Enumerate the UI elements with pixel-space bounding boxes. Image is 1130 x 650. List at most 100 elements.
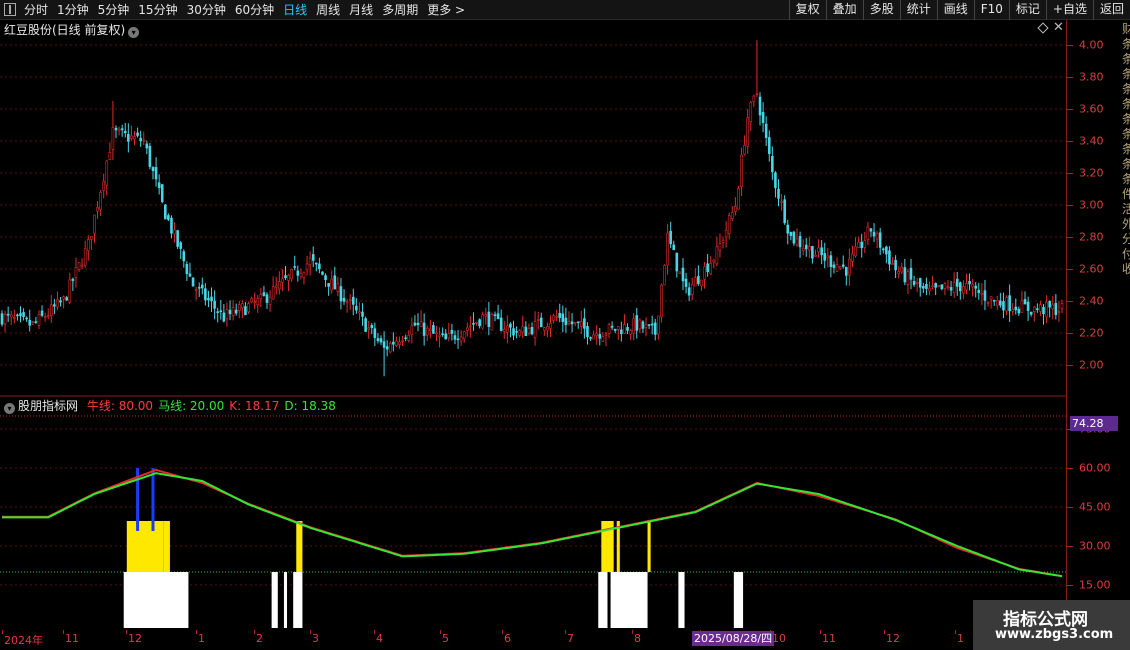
candle-body (432, 325, 435, 334)
candle-body (752, 95, 756, 102)
candle-body (28, 319, 32, 326)
candle-body (71, 278, 75, 281)
strip-char-4: 条 (1122, 82, 1130, 96)
candle-body (1042, 306, 1045, 315)
candle-body (546, 326, 549, 331)
candle-body (225, 309, 229, 320)
candle-body (524, 326, 528, 336)
candle-body (539, 317, 543, 328)
white-signal-bar (271, 572, 278, 628)
candle-body (336, 283, 340, 292)
candle-body (915, 282, 919, 284)
candle-body (484, 314, 488, 317)
candle-body (980, 292, 984, 295)
price-axis-label: 3.00 (1079, 198, 1104, 212)
candle-body (718, 243, 722, 251)
candle-body (1045, 301, 1048, 318)
candle-body (552, 315, 555, 321)
date-label: 1 (957, 632, 964, 645)
watermark-url: www.zbgs3.com (995, 627, 1114, 642)
candle-body (635, 315, 639, 331)
price-axis-tick (1067, 365, 1073, 366)
candle-body (361, 311, 364, 317)
candle-body (475, 322, 478, 324)
price-axis-label: 2.00 (1079, 358, 1104, 372)
candle-body (40, 310, 44, 316)
candle-body (881, 248, 885, 251)
chart-canvas[interactable] (0, 0, 1067, 630)
candle-body (638, 319, 642, 330)
candle-body (228, 309, 232, 315)
candle-body (863, 240, 867, 248)
candle-body (986, 302, 990, 304)
candle-body (348, 299, 352, 301)
candle-body (93, 214, 96, 234)
candle-body (499, 317, 503, 331)
candle-body (977, 289, 981, 294)
date-label: 6 (504, 632, 511, 645)
strip-char-14: 分 (1122, 232, 1130, 246)
candle-body (629, 330, 632, 335)
candle-body (694, 277, 697, 287)
candle-body (586, 325, 589, 338)
candle-body (157, 182, 161, 189)
candle-body (641, 321, 645, 329)
date-tick (254, 630, 255, 634)
candle-body (9, 314, 13, 318)
price-axis-tick (1067, 333, 1073, 334)
candle-body (237, 304, 241, 311)
candle-body (404, 337, 407, 340)
yellow-signal-bar (647, 521, 651, 572)
candle-body (43, 316, 47, 319)
candle-body (700, 279, 703, 287)
candle-body (1029, 311, 1033, 315)
candle-body (1020, 300, 1024, 313)
candle-body (425, 327, 429, 336)
date-tick (632, 630, 633, 634)
candle-body (296, 270, 300, 276)
candle-body (268, 296, 272, 306)
candle-body (607, 324, 611, 334)
strip-char-0: 财 (1122, 22, 1130, 36)
candle-body (712, 259, 716, 263)
candle-body (56, 299, 59, 308)
candle-body (410, 325, 414, 335)
candle-body (90, 236, 93, 240)
candle-body (573, 321, 577, 324)
date-tick (820, 630, 821, 634)
indicator-axis-label: 45.00 (1079, 500, 1111, 514)
strip-char-2: 条 (1122, 52, 1130, 66)
candle-body (25, 317, 28, 320)
white-signal-bar (283, 572, 288, 628)
candle-body (626, 327, 629, 331)
candle-body (774, 172, 777, 189)
date-tick (196, 630, 197, 634)
candle-body (777, 188, 780, 199)
candle-body (453, 335, 457, 340)
candle-body (764, 123, 768, 138)
candle-body (595, 333, 599, 336)
candle-body (74, 267, 78, 278)
candle-body (50, 304, 53, 317)
candle-body (721, 240, 725, 243)
candle-body (34, 321, 38, 323)
price-grid (0, 44, 1066, 366)
candle-body (817, 247, 820, 253)
candle-body (891, 263, 894, 265)
candle-body (900, 266, 904, 273)
price-axis-tick (1067, 141, 1073, 142)
candle-body (188, 273, 192, 277)
candle-body (367, 327, 370, 330)
candle-body (444, 333, 448, 340)
candle-body (841, 264, 845, 267)
candle-body (151, 166, 155, 172)
candle-body (512, 328, 515, 336)
date-axis: 2024年11121234567891011121 (0, 630, 1067, 650)
candle-body (429, 328, 432, 331)
candle-body (6, 313, 10, 316)
candle-body (308, 257, 312, 266)
indicator-axis-tick (1067, 468, 1073, 469)
candle-body (580, 321, 583, 327)
strip-char-7: 条 (1122, 127, 1130, 141)
date-label: 8 (634, 632, 641, 645)
